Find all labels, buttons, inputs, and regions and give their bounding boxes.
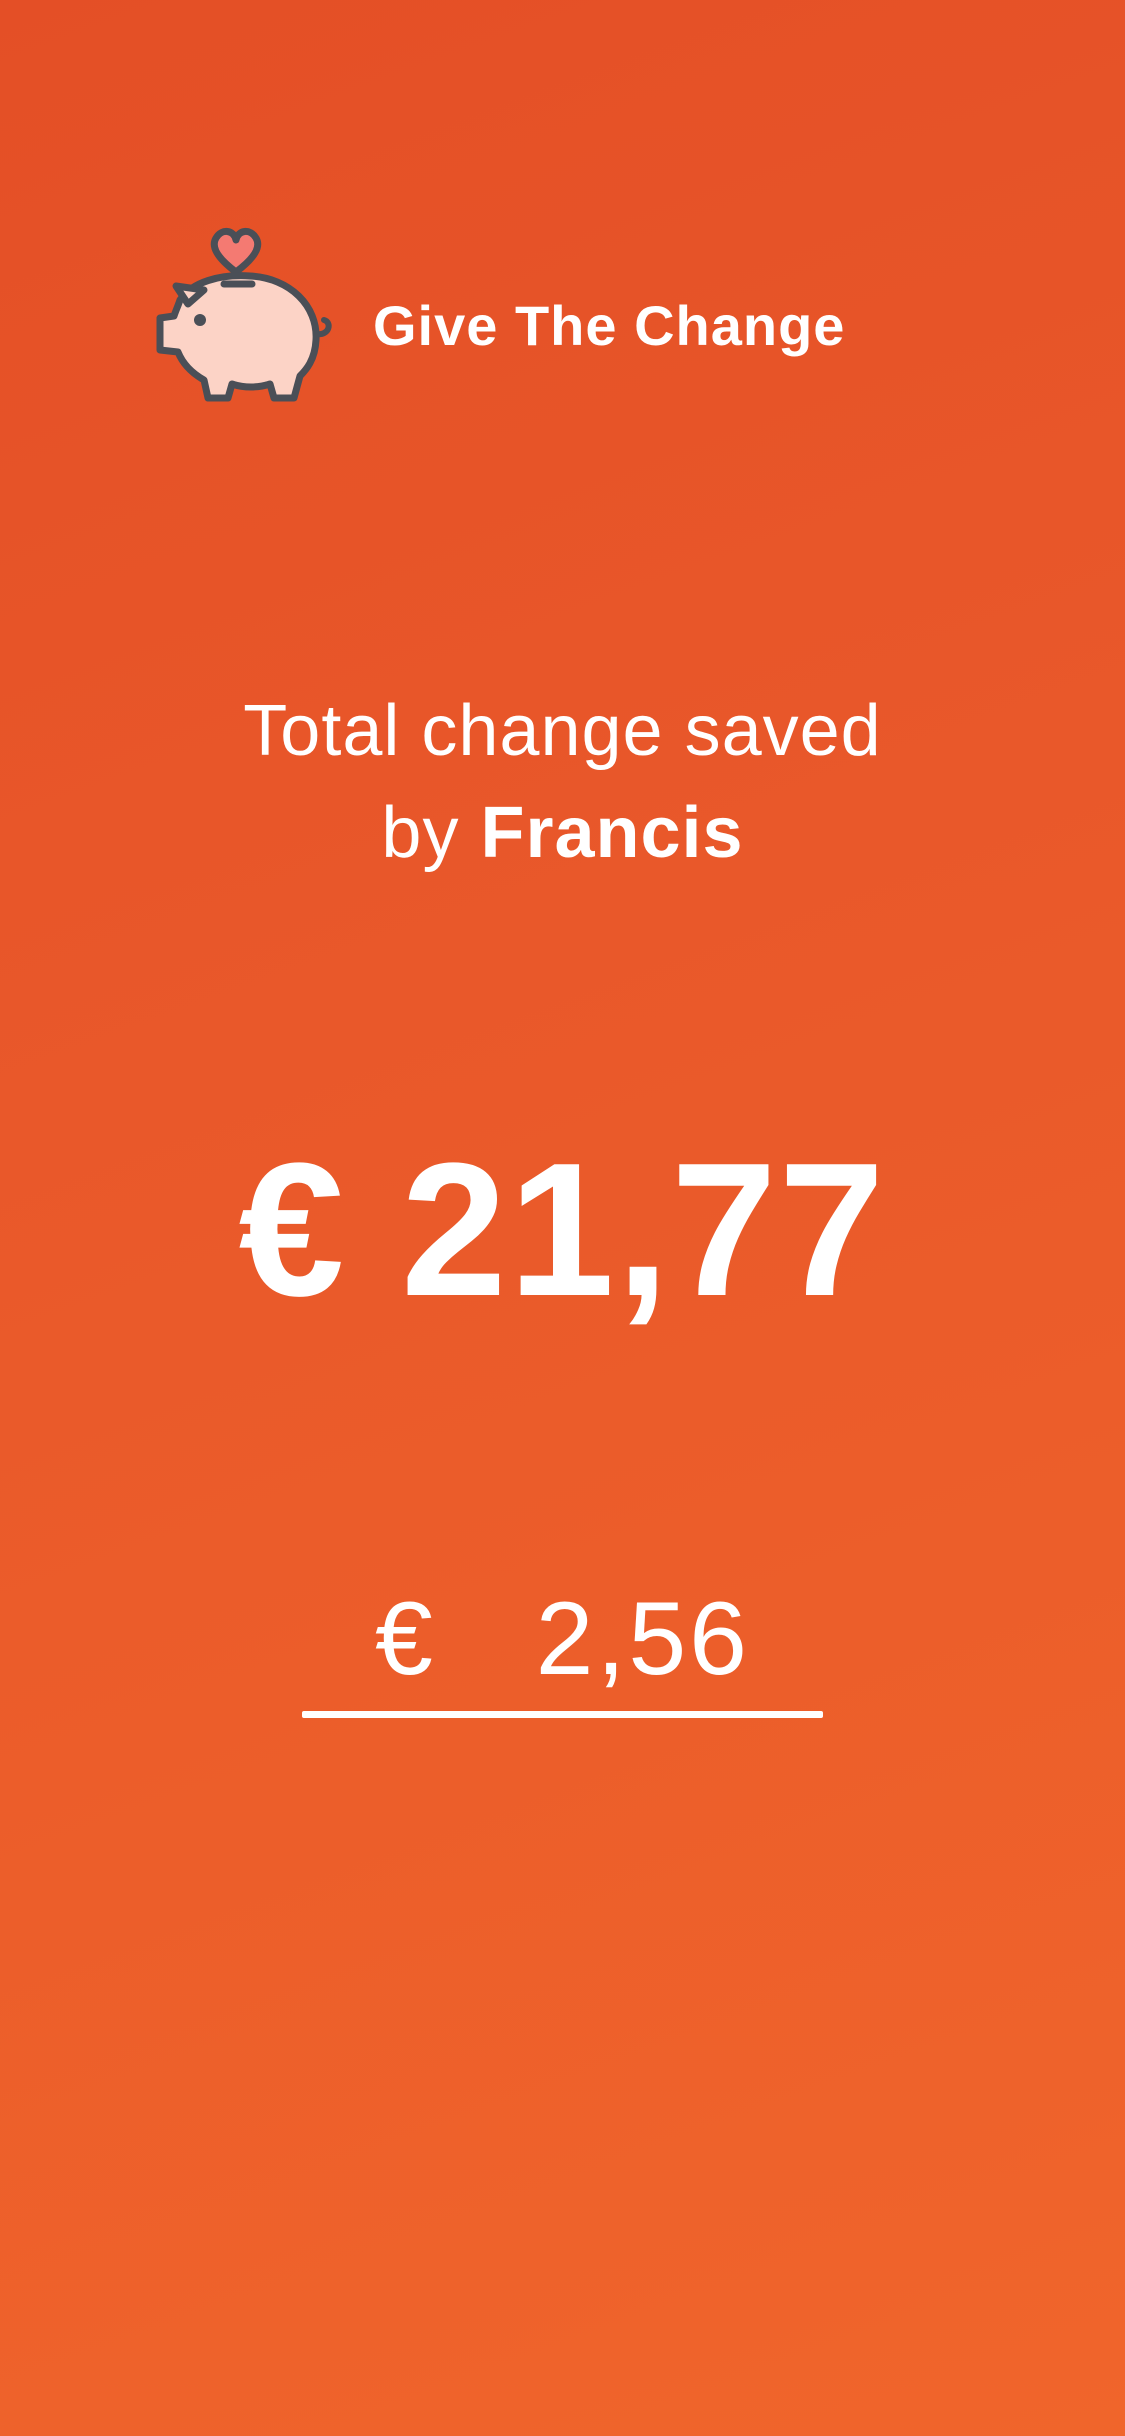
app-title: Give The Change	[373, 293, 846, 357]
input-underline	[302, 1711, 823, 1718]
subtitle-line-1: Total change saved	[243, 691, 882, 771]
change-amount-input[interactable]	[302, 1580, 823, 1711]
piggy-bank-heart-icon	[156, 228, 332, 402]
app-header: Give The Change	[140, 220, 845, 410]
total-saved-amount: € 21,77	[238, 1124, 887, 1336]
savings-subtitle: Total change saved by Francis	[0, 680, 1125, 884]
screen: Give The Change Total change saved by Fr…	[0, 0, 1125, 2436]
change-input-group	[302, 1580, 823, 1718]
user-name: Francis	[480, 793, 744, 873]
subtitle-prefix: by	[381, 793, 460, 873]
subtitle-line-2: by Francis	[0, 782, 1125, 884]
